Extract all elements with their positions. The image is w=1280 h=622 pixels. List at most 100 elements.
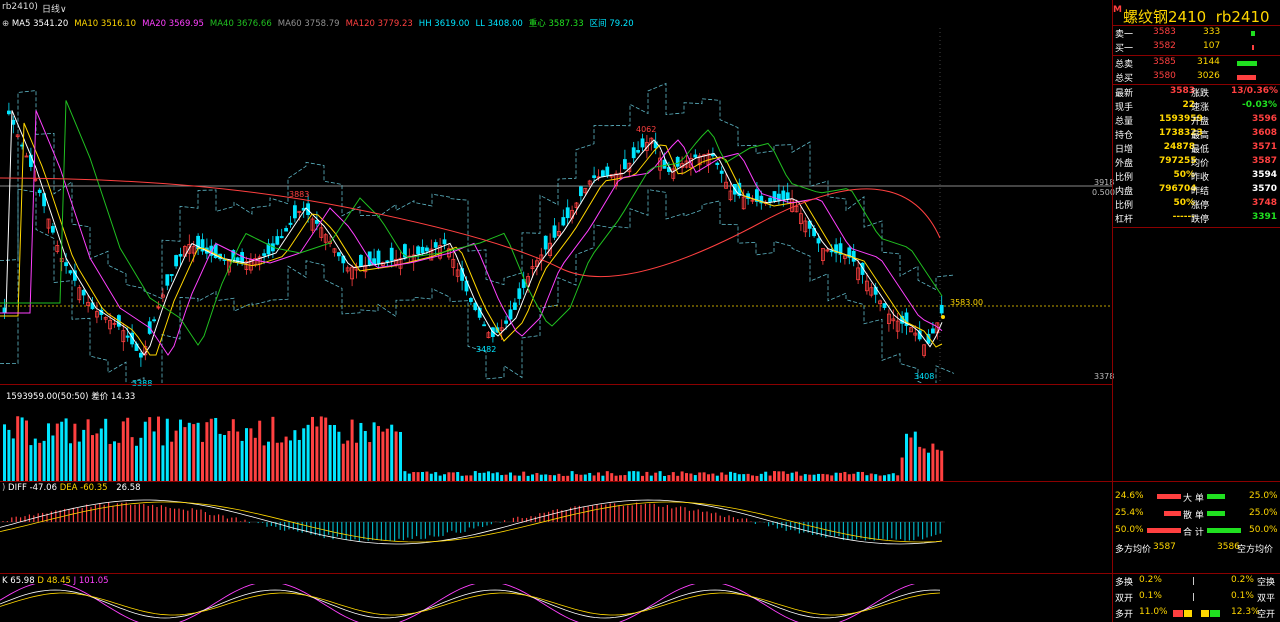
volume-bar — [742, 474, 746, 481]
menu-icon[interactable]: M — [1113, 5, 1122, 15]
chart-area[interactable]: rb2410) 日线∨ ⊕ MA5 3541.20 MA10 3516.10 MA2… — [0, 0, 1115, 622]
candle-body — [931, 328, 935, 334]
candle-body — [416, 246, 421, 255]
low-right-price-label: 3408 — [914, 372, 935, 381]
volume-bar — [104, 418, 108, 481]
volume-bar — [482, 472, 486, 481]
volume-bar — [434, 472, 438, 481]
position-row: 多开 11.0% 12.3% 空开 — [1115, 607, 1276, 620]
candle-body — [336, 252, 341, 257]
volume-bar — [403, 471, 407, 481]
candle-body — [939, 305, 944, 314]
divider — [1113, 227, 1280, 228]
volume-bar — [315, 426, 319, 481]
period-label: 日线 — [42, 5, 61, 15]
candle-body — [513, 302, 517, 310]
volume-bar — [843, 471, 847, 481]
volume-bar — [874, 474, 878, 481]
volume-bar — [355, 442, 358, 481]
volume-bar — [157, 416, 160, 481]
candle-body — [781, 190, 786, 200]
volume-bar — [935, 449, 939, 481]
volume-bar — [636, 471, 640, 481]
ma120-line — [0, 177, 941, 278]
volume-bar — [839, 472, 842, 481]
candle-body — [424, 247, 429, 252]
ma20-line — [0, 110, 943, 356]
candle-body — [640, 138, 645, 148]
volume-bar — [174, 430, 178, 481]
volume-bar — [905, 433, 908, 481]
volume-bar — [117, 442, 121, 481]
volume-bar — [399, 431, 402, 481]
volume-bar — [271, 416, 275, 481]
volume-bar — [909, 437, 913, 481]
volume-bar — [363, 431, 367, 481]
volume-chart[interactable] — [0, 399, 1112, 481]
volume-bar — [394, 431, 398, 481]
current-price-label: 3583.00 — [950, 298, 984, 307]
candle-body — [565, 207, 570, 219]
candle-body — [473, 302, 478, 311]
stats-row: 内盘 796704 昨结 3570 — [1115, 184, 1277, 197]
volume-bar — [654, 472, 658, 481]
volume-bar — [95, 433, 99, 481]
ma5-line — [0, 110, 943, 356]
candle-body — [829, 250, 834, 253]
volume-bar — [478, 472, 482, 481]
candle-body — [284, 228, 289, 232]
volume-bar — [385, 428, 389, 481]
kdj-chart[interactable] — [0, 584, 1112, 622]
j-line — [0, 584, 916, 622]
candlestick-chart[interactable] — [0, 28, 1112, 383]
volume-bar — [297, 439, 301, 481]
candle-body — [719, 170, 724, 174]
period-selector[interactable]: 日线∨ — [42, 2, 67, 15]
volume-bar — [869, 473, 873, 481]
candle-body — [7, 110, 11, 115]
stats-row: 日增 24878 最低 3571 — [1115, 142, 1277, 155]
macd-chart[interactable] — [0, 492, 1112, 572]
volume-bar — [931, 443, 935, 481]
volume-bar — [51, 435, 55, 481]
candle-body — [882, 303, 887, 308]
candle-body — [152, 319, 157, 322]
volume-bar — [196, 422, 200, 481]
candle-body — [517, 288, 522, 299]
volume-bar — [231, 419, 235, 481]
flow-row: 24.6% 大 单 25.0% — [1115, 491, 1278, 504]
volume-bar — [350, 419, 354, 481]
volume-bar — [746, 473, 750, 481]
volume-bar — [720, 472, 724, 481]
channel-upper — [0, 82, 955, 300]
candle-body — [508, 309, 513, 320]
volume-bar — [205, 422, 209, 481]
candle-body — [262, 253, 267, 256]
volume-bar — [473, 471, 477, 481]
volume-bar — [170, 441, 174, 481]
volume-bar — [698, 472, 702, 481]
volume-bar — [267, 441, 270, 481]
low-mid-price-label: 3482 — [476, 345, 497, 354]
volume-bar — [99, 428, 103, 481]
total-sell-bar — [1237, 61, 1257, 66]
stats-row: 杠杆 ------ 跌停 3391 — [1115, 212, 1277, 225]
volume-bar — [275, 442, 279, 481]
volume-bar — [11, 438, 15, 481]
volume-bar — [817, 473, 820, 481]
volume-bar — [509, 472, 512, 481]
candle-body — [358, 254, 363, 267]
volume-bar — [421, 472, 424, 481]
divider — [1113, 481, 1280, 482]
volume-bar — [786, 473, 790, 481]
volume-bar — [179, 419, 182, 481]
current-dot — [941, 315, 945, 319]
volume-bar — [240, 440, 244, 481]
candle-body — [605, 166, 610, 176]
symbol-selector[interactable]: rb2410) — [2, 2, 38, 14]
chevron-down-icon: ) — [34, 2, 38, 12]
volume-bar — [632, 471, 636, 481]
position-row: 双开 0.1% 0.1% 双平 — [1115, 591, 1276, 604]
volume-bar — [588, 472, 592, 481]
volume-bar — [223, 435, 226, 481]
